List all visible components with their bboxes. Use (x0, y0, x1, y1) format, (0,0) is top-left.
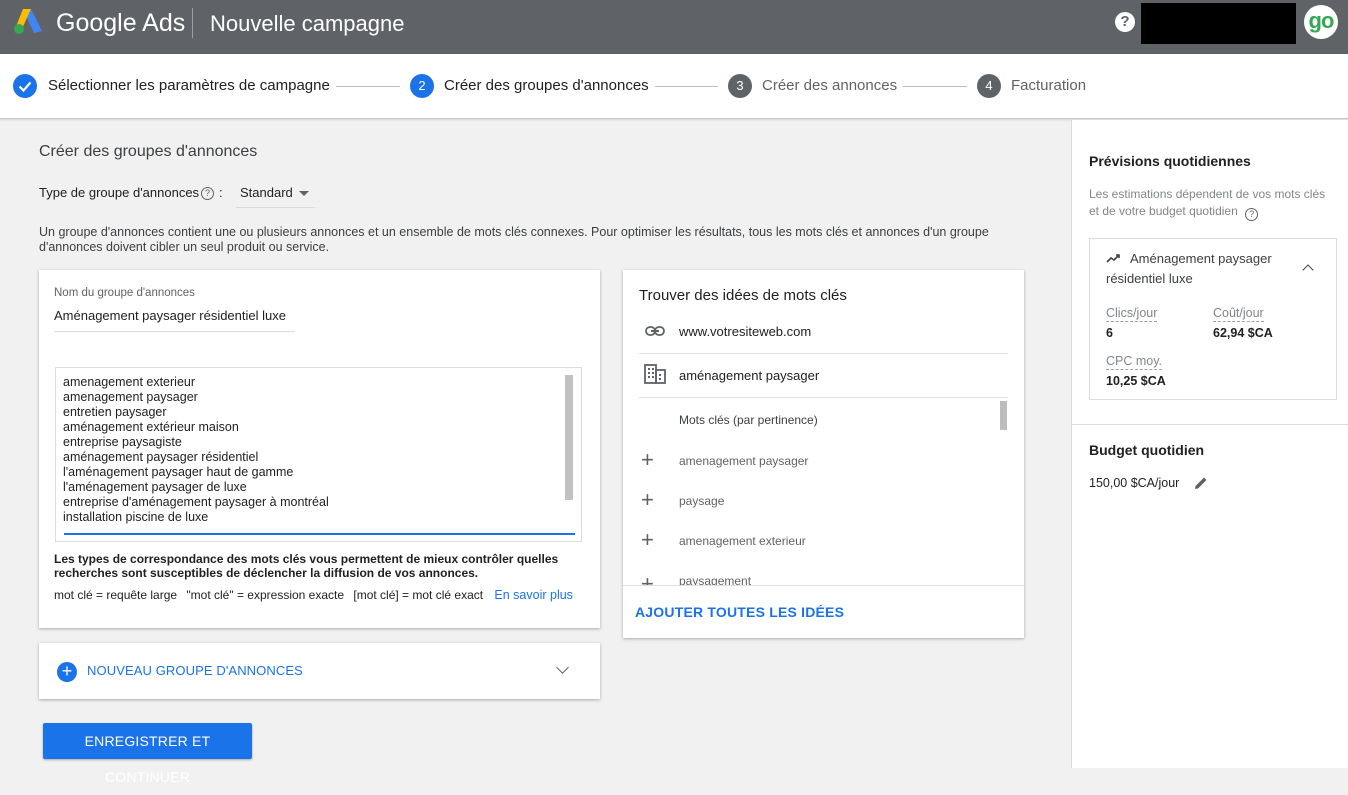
building-icon (644, 364, 666, 384)
forecast-title: Prévisions quotidiennes (1089, 153, 1251, 169)
save-and-continue-button[interactable]: ENREGISTRER ET CONTINUER (43, 723, 252, 785)
ad-group-forecast-card: Aménagement paysager résidentiel luxe Cl… (1089, 238, 1337, 400)
forecast-description: Les estimations dépendent de vos mots cl… (1089, 186, 1329, 221)
caret-down-icon (299, 191, 309, 196)
product-value: aménagement paysager (679, 368, 820, 383)
textarea-focus-underline (64, 533, 575, 535)
new-ad-group-button[interactable]: NOUVEAU GROUPE D'ANNONCES (87, 663, 303, 678)
keyword-line: l'aménagement paysager de luxe (63, 480, 247, 494)
step-4-label[interactable]: Facturation (1011, 77, 1086, 94)
new-ad-group-card[interactable]: + NOUVEAU GROUPE D'ANNONCES (39, 643, 600, 699)
page-title: Nouvelle campagne (210, 11, 405, 36)
keyword-idea-text: paysage (679, 494, 725, 508)
cost-label: Coût/jour (1213, 306, 1264, 322)
account-info-redacted[interactable] (1141, 3, 1296, 44)
ideas-footer-divider (623, 585, 1024, 586)
match-broad: mot clé = requête large (54, 588, 178, 602)
match-phrase: "mot clé" = expression exacte (186, 588, 345, 602)
keyword-line: l'aménagement paysager haut de gamme (63, 465, 294, 479)
edit-pencil-icon[interactable] (1193, 475, 1209, 491)
keyword-line: entreprise paysagiste (63, 435, 182, 449)
step-1-label[interactable]: Sélectionner les paramètres de campagne (48, 77, 330, 94)
ad-group-name-input[interactable]: Aménagement paysager résidentiel luxe (54, 308, 295, 332)
forecast-panel: Prévisions quotidiennes Les estimations … (1071, 120, 1348, 768)
match-types-note: Les types de correspondance des mots clé… (54, 552, 559, 580)
add-icon[interactable]: + (641, 489, 654, 511)
section-title: Créer des groupes d'annonces (39, 143, 258, 160)
help-circle-icon[interactable]: ? (1245, 208, 1259, 221)
add-icon[interactable]: + (641, 449, 654, 471)
add-circle-icon[interactable]: + (57, 662, 77, 682)
step-connector (655, 86, 718, 87)
keywords-list: amenagement exterieur amenagement paysage… (63, 375, 329, 525)
brand-name[interactable]: Google Ads (56, 9, 185, 38)
clicks-label: Clics/jour (1106, 306, 1158, 322)
clicks-value: 6 (1106, 326, 1113, 340)
ad-group-type-select[interactable]: Standard (236, 178, 315, 208)
ad-group-type-label: Type de groupe d'annonces (39, 185, 200, 200)
campaign-stepper: Sélectionner les paramètres de campagne … (0, 54, 1348, 119)
type-colon: : (219, 185, 223, 200)
link-icon (645, 326, 665, 336)
match-exact: [mot clé] = mot clé exact (353, 588, 484, 602)
match-types-legend: mot clé = requête large "mot clé" = expr… (54, 588, 579, 602)
cpc-value: 10,25 $CA (1106, 374, 1166, 388)
keyword-line: entreprise d'aménagement paysager à mont… (63, 495, 329, 509)
step-connector (336, 86, 400, 87)
forecast-group-name: Aménagement paysager résidentiel luxe (1106, 251, 1272, 286)
keywords-relevance-header: Mots clés (par pertinence) (679, 413, 818, 427)
add-icon[interactable]: + (641, 529, 654, 551)
forecast-description-text: Les estimations dépendent de vos mots cl… (1089, 187, 1326, 218)
chevron-down-icon[interactable] (556, 661, 569, 674)
brand-divider (192, 8, 193, 38)
ad-group-type-value: Standard (240, 185, 293, 200)
top-app-bar: Google Ads Nouvelle campagne ? go (0, 0, 1348, 54)
add-all-ideas-button[interactable]: AJOUTER TOUTES LES IDÉES (635, 604, 844, 620)
keyword-ideas-card: Trouver des idées de mots clés www.votre… (623, 270, 1024, 638)
help-circle-icon[interactable]: ? (201, 187, 214, 200)
keyword-idea-text: amenagement exterieur (679, 534, 806, 548)
website-value: www.votresiteweb.com (679, 324, 812, 339)
ideas-scrollbar[interactable] (1000, 401, 1007, 430)
step-1-check-icon[interactable] (13, 74, 37, 98)
step-4-number[interactable]: 4 (977, 74, 1001, 98)
product-input[interactable]: aménagement paysager (639, 354, 1008, 398)
keyword-line: amenagement paysager (63, 390, 198, 404)
learn-more-link[interactable]: En savoir plus (494, 588, 573, 602)
add-icon[interactable]: + (641, 574, 654, 585)
avatar[interactable]: go (1304, 5, 1338, 39)
keyword-line: amenagement exterieur (63, 375, 196, 389)
keyword-ideas-title: Trouver des idées de mots clés (639, 287, 847, 304)
daily-budget-value: 150,00 $CA/jour (1089, 476, 1180, 490)
keyword-line: entretien paysager (63, 405, 167, 419)
keyword-line: aménagement extérieur maison (63, 420, 239, 434)
google-ads-logo-icon[interactable] (12, 7, 44, 35)
keyword-idea-text: paysagement (679, 574, 752, 585)
keyword-idea-item[interactable]: + paysagement (641, 574, 841, 585)
cpc-label: CPC moy. (1106, 354, 1163, 370)
keywords-textarea[interactable]: amenagement exterieur amenagement paysage… (55, 367, 582, 542)
step-2-label[interactable]: Créer des groupes d'annonces (444, 77, 649, 94)
keyword-idea-text: amenagement paysager (679, 454, 809, 468)
ad-group-card: Nom du groupe d'annonces Aménagement pay… (39, 270, 600, 628)
keyword-line: aménagement paysager résidentiel (63, 450, 259, 464)
ad-group-name-label: Nom du groupe d'annonces (54, 287, 195, 299)
step-3-label[interactable]: Créer des annonces (762, 77, 897, 94)
keywords-scrollbar[interactable] (565, 375, 573, 500)
panel-divider (1072, 424, 1348, 425)
step-connector (903, 86, 967, 87)
ad-group-description: Un groupe d'annonces contient une ou plu… (39, 225, 989, 254)
keyword-line: installation piscine de luxe (63, 510, 209, 524)
cost-value: 62,94 $CA (1213, 326, 1273, 340)
step-3-number[interactable]: 3 (728, 74, 752, 98)
daily-budget-title: Budget quotidien (1089, 442, 1205, 458)
step-2-number[interactable]: 2 (410, 74, 434, 98)
website-input[interactable]: www.votresiteweb.com (639, 310, 1008, 354)
help-icon[interactable]: ? (1115, 12, 1135, 32)
